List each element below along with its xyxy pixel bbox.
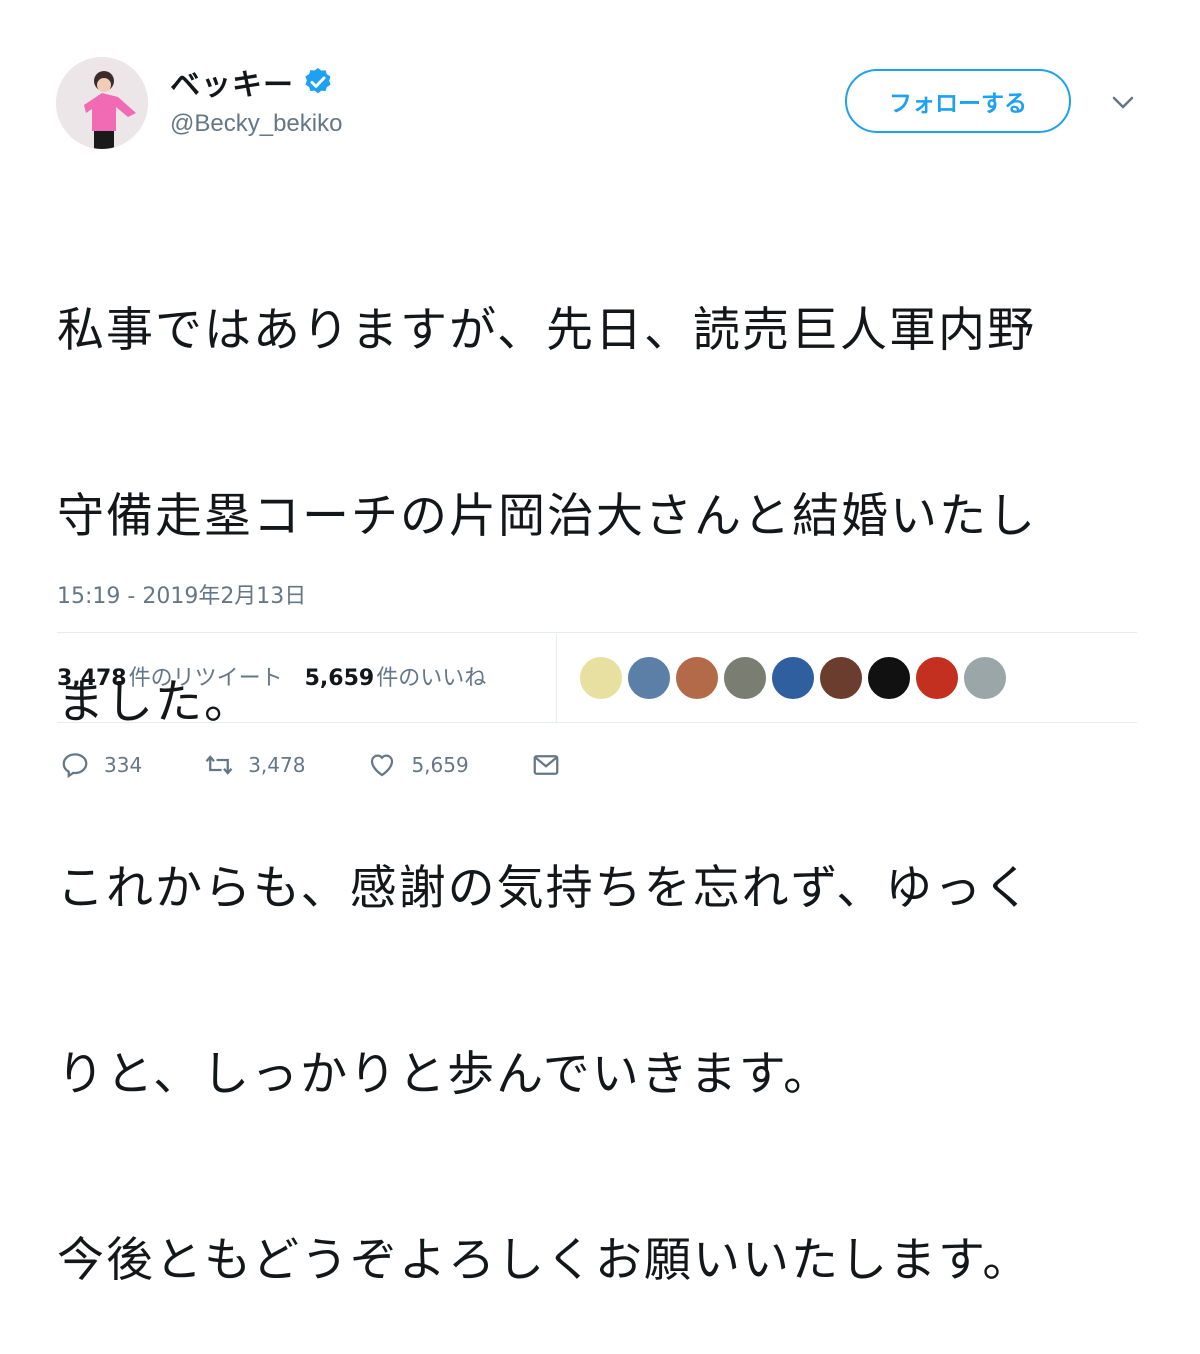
tweet-line: 今後ともどうぞよろしくお願いいたします。	[57, 1233, 1032, 1288]
liker-avatar[interactable]	[962, 655, 1008, 701]
liker-avatar[interactable]	[626, 655, 672, 701]
tweet-timestamp[interactable]: 15:19 - 2019年2月13日	[57, 578, 306, 610]
avatar-image	[56, 57, 148, 149]
reply-icon	[62, 753, 88, 779]
user-name-row: ベッキー	[170, 60, 334, 104]
tweet-line: これからも、感謝の気持ちを忘れず、ゆっく	[57, 861, 1033, 916]
tweet-line: 守備走塁コーチの片岡治大さんと結婚いたし	[57, 489, 1037, 544]
follow-button[interactable]: フォローする	[845, 69, 1071, 133]
tweet-line: りと、しっかりと歩んでいきます。	[57, 1047, 833, 1102]
likes-stat[interactable]: 5,659 件のいいね	[305, 660, 487, 692]
liker-avatar[interactable]	[578, 655, 624, 701]
heart-icon	[371, 754, 394, 777]
verified-badge-icon	[305, 68, 331, 94]
chevron-down-icon[interactable]	[1110, 94, 1136, 112]
user-handle[interactable]: @Becky_bekiko	[170, 110, 342, 138]
retweet-icon	[205, 755, 233, 775]
retweets-count: 3,478	[57, 666, 127, 691]
reply-button[interactable]: 334	[60, 750, 142, 780]
retweets-label: 件のリツイート	[128, 666, 283, 691]
envelope-icon	[533, 755, 559, 775]
likes-label: 件のいいね	[376, 666, 487, 691]
display-name[interactable]: ベッキー	[170, 60, 294, 104]
retweets-stat[interactable]: 3,478 件のリツイート	[57, 660, 283, 692]
like-button[interactable]: 5,659	[367, 750, 469, 780]
divider	[57, 632, 1137, 633]
liker-avatars	[578, 655, 1010, 701]
liker-avatar[interactable]	[866, 655, 912, 701]
liker-avatar[interactable]	[674, 655, 720, 701]
liker-avatar[interactable]	[770, 655, 816, 701]
liker-avatar[interactable]	[914, 655, 960, 701]
direct-message-button[interactable]	[531, 750, 561, 780]
retweet-count: 3,478	[248, 753, 306, 777]
tweet-line: 私事ではありますが、先日、読売巨人軍内野	[57, 303, 1037, 358]
retweet-button[interactable]: 3,478	[204, 750, 305, 780]
liker-avatar[interactable]	[722, 655, 768, 701]
avatar[interactable]	[56, 57, 148, 149]
divider	[57, 722, 1137, 723]
liker-avatar[interactable]	[818, 655, 864, 701]
likes-count: 5,659	[304, 666, 375, 691]
reply-count: 334	[104, 753, 143, 777]
stats-separator	[556, 634, 557, 722]
tweet-actions: 334 3,478 5,659	[60, 750, 623, 780]
tweet-stats: 3,478 件のリツイート 5,659 件のいいね	[57, 660, 508, 692]
like-count: 5,659	[411, 753, 469, 777]
